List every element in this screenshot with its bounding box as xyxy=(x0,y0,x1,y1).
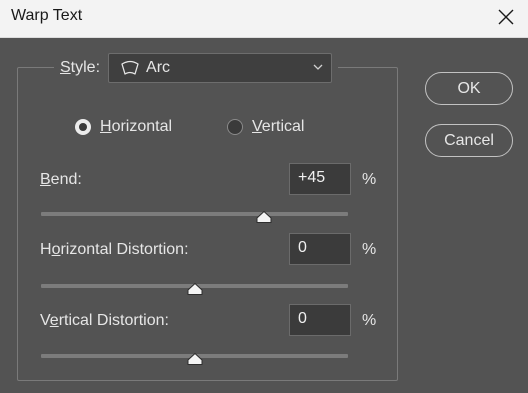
vertical-radio-label: Vertical xyxy=(252,118,305,135)
arc-icon xyxy=(121,60,139,75)
style-dropdown[interactable]: Arc xyxy=(108,53,333,83)
radio-unchecked-icon xyxy=(227,119,243,135)
window-title: Warp Text xyxy=(11,7,83,24)
close-button[interactable] xyxy=(484,0,528,37)
bend-label: Bend: xyxy=(40,171,82,188)
horizontal-radio[interactable]: Horizontal xyxy=(75,118,172,136)
bend-slider-track[interactable] xyxy=(41,212,348,216)
horizontal-distortion-unit: % xyxy=(362,241,377,258)
horizontal-distortion-input[interactable]: 0 xyxy=(289,233,351,265)
chevron-down-icon xyxy=(313,64,323,70)
cancel-button[interactable]: Cancel xyxy=(425,124,513,157)
vertical-distortion-input[interactable]: 0 xyxy=(289,304,351,336)
horizontal-distortion-slider-thumb[interactable] xyxy=(187,283,203,295)
bend-input[interactable]: +45 xyxy=(289,163,351,195)
horizontal-distortion-label: Horizontal Distortion: xyxy=(40,241,189,258)
radio-checked-icon xyxy=(75,119,91,135)
style-value: Arc xyxy=(146,59,171,76)
vertical-distortion-label: Vertical Distortion: xyxy=(40,312,169,329)
title-bar: Warp Text xyxy=(0,0,528,38)
horizontal-radio-label: Horizontal xyxy=(100,118,173,135)
bend-unit: % xyxy=(362,171,377,188)
style-row: Style: Arc xyxy=(54,53,339,83)
vertical-distortion-unit: % xyxy=(362,312,377,329)
ok-button[interactable]: OK xyxy=(425,72,513,105)
vertical-radio[interactable]: Vertical xyxy=(227,118,304,136)
close-icon xyxy=(498,9,514,25)
vertical-distortion-slider-thumb[interactable] xyxy=(187,353,203,365)
bend-slider-thumb[interactable] xyxy=(256,211,272,223)
style-label: Style: xyxy=(60,59,101,76)
